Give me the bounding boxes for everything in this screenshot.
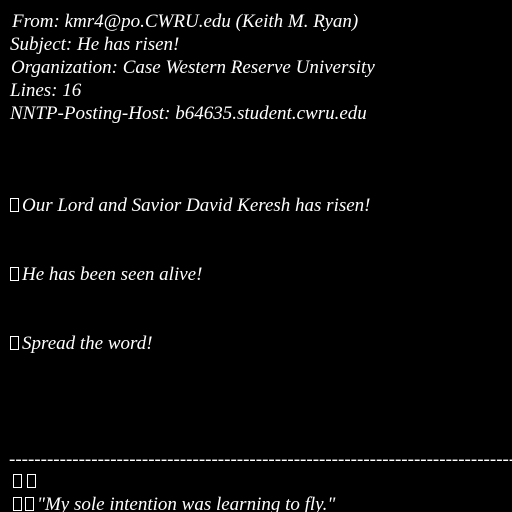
body-paragraph-2-text: He has been seen alive! xyxy=(22,264,203,285)
signature-blank-line xyxy=(13,470,41,493)
missing-glyph-icon xyxy=(25,497,34,511)
missing-glyph-icon xyxy=(13,497,22,511)
signature-quote-line: "My sole intention was learning to fly." xyxy=(13,493,335,512)
missing-glyph-icon xyxy=(27,474,36,488)
header-subject: Subject: He has risen! xyxy=(10,34,180,55)
header-organization: Organization: Case Western Reserve Unive… xyxy=(11,57,375,78)
newsgroup-post: From: kmr4@po.CWRU.edu (Keith M. Ryan) S… xyxy=(0,0,512,512)
signature-quote: "My sole intention was learning to fly." xyxy=(37,494,336,512)
missing-glyph-icon xyxy=(10,336,19,350)
header-from: From: kmr4@po.CWRU.edu (Keith M. Ryan) xyxy=(12,11,359,32)
missing-glyph-icon xyxy=(10,267,19,281)
header-lines: Lines: 16 xyxy=(10,80,82,101)
missing-glyph-icon xyxy=(10,198,19,212)
body-paragraph-3-text: Spread the word! xyxy=(22,333,153,354)
missing-glyph-icon xyxy=(13,474,22,488)
signature-divider: ----------------------------------------… xyxy=(9,449,512,470)
body-paragraph-2: He has been seen alive! xyxy=(10,263,202,286)
header-nntp-posting-host: NNTP-Posting-Host: b64635.student.cwru.e… xyxy=(10,103,367,124)
body-paragraph-3: Spread the word! xyxy=(10,332,153,355)
body-paragraph-1-text: Our Lord and Savior David Keresh has ris… xyxy=(22,195,371,216)
body-paragraph-1: Our Lord and Savior David Keresh has ris… xyxy=(10,194,371,217)
